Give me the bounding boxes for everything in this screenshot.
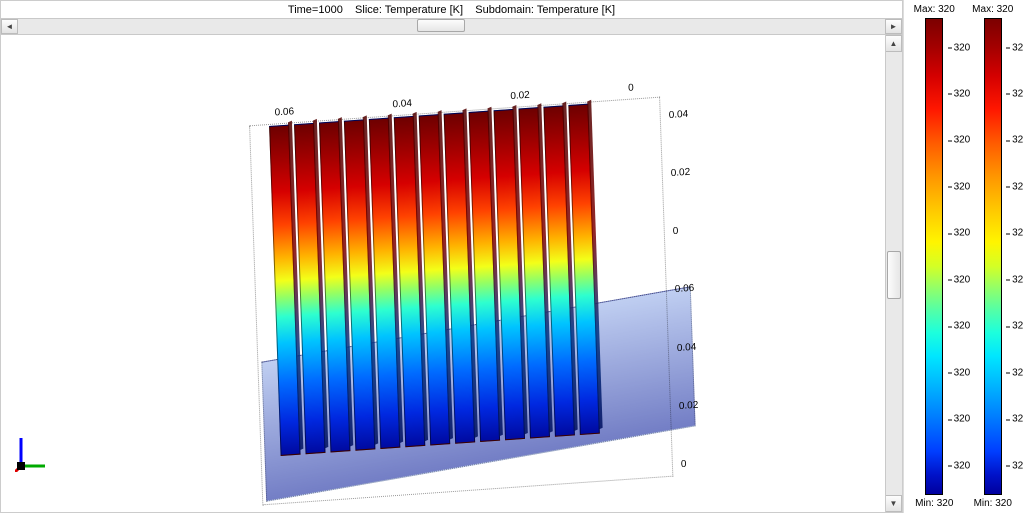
plot-viewport[interactable]: 0.06 0.04 0.02 0 — [1, 35, 902, 512]
colorbar-panel: Max: 320 320320320320320320320320320320 … — [903, 0, 1023, 513]
colorbar-tick: 320 — [954, 228, 971, 239]
colorbar-tick: 320 — [954, 414, 971, 425]
colorbar-tick: 320 — [954, 135, 971, 146]
scroll-down-button[interactable]: ▼ — [886, 495, 902, 512]
axis-tick: 0.02 — [510, 90, 530, 107]
axis-tick: 0.02 — [671, 165, 715, 179]
scroll-right-button[interactable]: ► — [885, 19, 902, 34]
colorbar-max-label: Max: 320 — [914, 4, 955, 15]
colorbar-tick: 320 — [954, 321, 971, 332]
colorbar-tick: 320 — [1012, 321, 1023, 332]
colorbar-tick: 320 — [1012, 414, 1023, 425]
fin-array — [269, 104, 600, 456]
axis-tick: 0 — [681, 456, 725, 470]
app-root: Time=1000 Slice: Temperature [K] Subdoma… — [0, 0, 1023, 513]
main-panel: Time=1000 Slice: Temperature [K] Subdoma… — [0, 0, 903, 513]
colorbar-tick: 320 — [954, 88, 971, 99]
colorbar-tick: 320 — [954, 42, 971, 53]
heatmap-3d-plot: 0.06 0.04 0.02 0 — [245, 80, 678, 509]
vscroll-track[interactable] — [886, 52, 902, 495]
axis-tick: 0 — [673, 223, 717, 237]
colorbar-gradient: 320320320320320320320320320320 — [925, 18, 943, 495]
colorbar-tick: 320 — [1012, 367, 1023, 378]
colorbar-tick: 320 — [954, 181, 971, 192]
colorbar-tick: 320 — [1012, 88, 1023, 99]
axis-tick: 0.02 — [679, 398, 723, 412]
colorbar-gradient: 320320320320320320320320320320 — [984, 18, 1002, 495]
axis-tick: 0.04 — [669, 107, 713, 121]
axis-tick: 0.04 — [392, 98, 412, 115]
colorbar-min-label: Min: 320 — [915, 498, 953, 509]
orientation-triad-icon — [15, 432, 51, 472]
colorbar-2: Max: 320 320320320320320320320320320320 … — [969, 4, 1018, 509]
colorbar-tick: 320 — [1012, 274, 1023, 285]
hscroll-track[interactable] — [18, 19, 885, 34]
scroll-left-button[interactable]: ◄ — [1, 19, 18, 34]
colorbar-min-label: Min: 320 — [974, 498, 1012, 509]
vertical-scrollbar[interactable]: ▲ ▼ — [885, 35, 902, 512]
hscroll-thumb[interactable] — [417, 19, 465, 32]
axis-tick: 0.04 — [677, 340, 721, 354]
colorbar-tick: 320 — [1012, 42, 1023, 53]
vscroll-thumb[interactable] — [887, 251, 901, 299]
colorbar-tick: 320 — [1012, 181, 1023, 192]
colorbar-tick: 320 — [1012, 135, 1023, 146]
scroll-up-button[interactable]: ▲ — [886, 35, 902, 52]
colorbar-max-label: Max: 320 — [972, 4, 1013, 15]
colorbar-tick: 320 — [954, 274, 971, 285]
axis-tick: 0.06 — [675, 281, 719, 295]
axis-tick: 0 — [628, 82, 634, 98]
colorbar-1: Max: 320 320320320320320320320320320320 … — [910, 4, 959, 509]
colorbar-tick: 320 — [1012, 228, 1023, 239]
horizontal-scrollbar[interactable]: ◄ ► — [1, 18, 902, 35]
colorbar-tick: 320 — [1012, 460, 1023, 471]
plot-title: Time=1000 Slice: Temperature [K] Subdoma… — [1, 1, 902, 18]
colorbar-tick: 320 — [954, 460, 971, 471]
colorbar-tick: 320 — [954, 367, 971, 378]
